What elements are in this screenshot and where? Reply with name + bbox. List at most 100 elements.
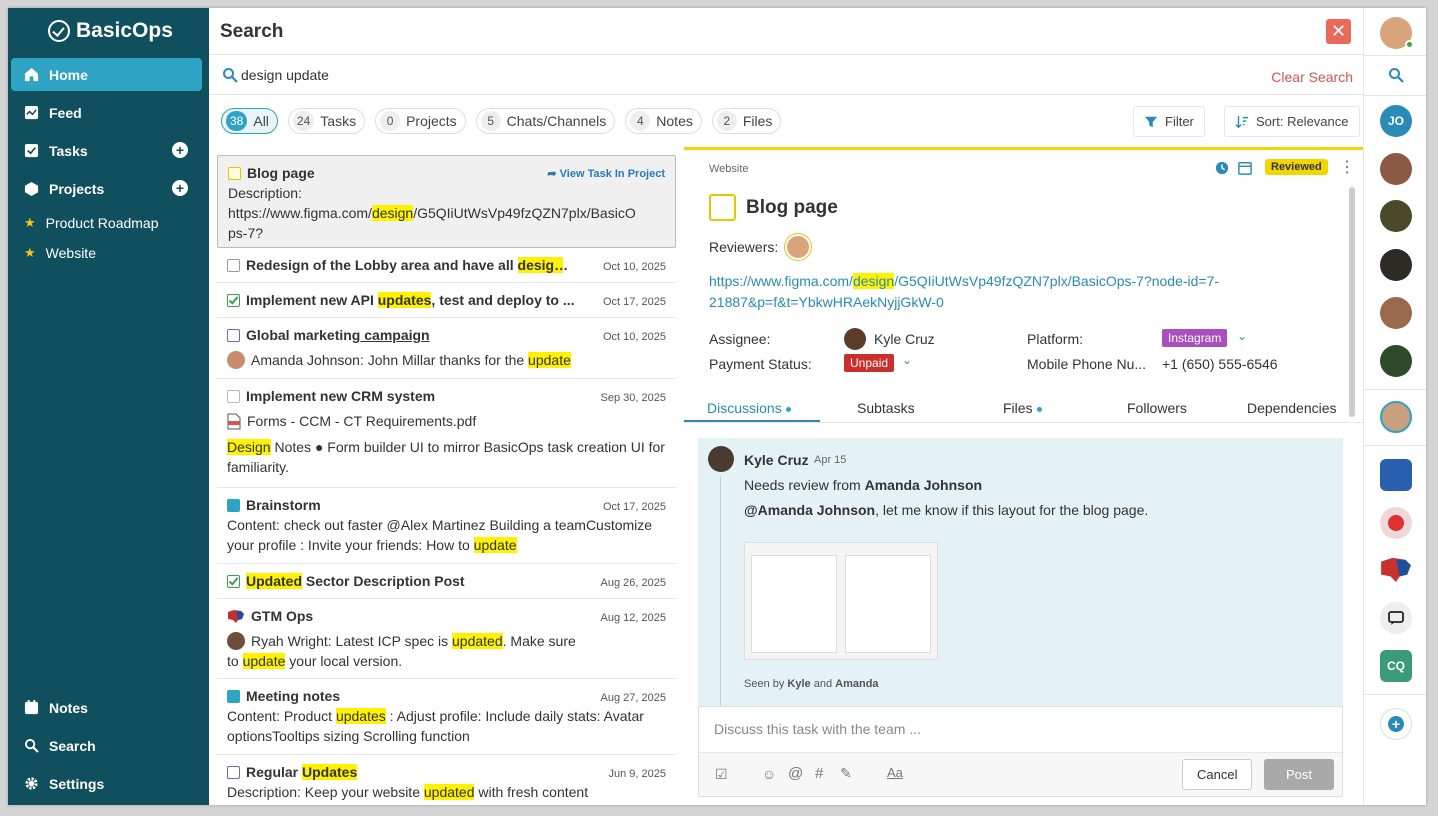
list-item[interactable]: Meeting notes Aug 27, 2025 Content: Prod…	[217, 679, 676, 755]
sidebar-item-home[interactable]: Home	[11, 58, 202, 91]
close-button[interactable]: ✕	[1326, 19, 1351, 44]
hashtag-icon[interactable]: #	[815, 765, 823, 782]
text-b: with fresh content	[474, 784, 589, 800]
list-item[interactable]: Global marketing campaign Oct 10, 2025 A…	[217, 318, 676, 379]
chevron-down-icon[interactable]: ⌄	[1237, 329, 1247, 343]
text-a: to	[227, 653, 243, 669]
assignee-name[interactable]: Kyle Cruz	[874, 331, 935, 347]
cancel-button[interactable]: Cancel	[1182, 759, 1253, 790]
sidebar-item-label: Home	[49, 66, 88, 83]
task-checkbox[interactable]	[709, 194, 736, 221]
add-project-icon[interactable]: +	[172, 180, 188, 196]
user-avatar[interactable]	[1380, 153, 1412, 185]
view-task-in-project-link[interactable]: ➦ View Task In Project	[547, 164, 665, 184]
add-channel-button[interactable]: +	[1380, 708, 1412, 740]
chip-notes[interactable]: 4 Notes	[625, 108, 702, 134]
phone-value[interactable]: +1 (650) 555-6546	[1162, 356, 1278, 372]
sidebar-item-settings[interactable]: Settings	[11, 767, 202, 800]
task-checkbox[interactable]	[227, 765, 240, 779]
tab-followers[interactable]: Followers	[1127, 400, 1187, 416]
brand-logo[interactable]: BasicOps	[48, 19, 173, 43]
announcement-channel-icon[interactable]	[1380, 602, 1412, 634]
clear-search-link[interactable]: Clear Search	[1271, 69, 1353, 85]
tab-dependencies[interactable]: Dependencies	[1247, 400, 1337, 416]
software-updates-channel-icon[interactable]	[1380, 459, 1412, 491]
sidebar-project-product-roadmap[interactable]: ★ Product Roadmap	[24, 215, 159, 231]
search-header: Search ✕	[209, 8, 1363, 55]
list-item[interactable]: Implement new CRM system Sep 30, 2025 Fo…	[217, 379, 676, 488]
task-checkbox-checked[interactable]	[227, 574, 240, 588]
list-item[interactable]: Blog page ➦ View Task In Project Descrip…	[217, 155, 676, 248]
task-checkbox-checked[interactable]	[227, 293, 240, 307]
mention-icon[interactable]: @	[788, 765, 803, 782]
task-checkbox[interactable]	[228, 166, 241, 180]
file-name: Forms - CCM - CT Requirements.pdf	[247, 413, 477, 429]
user-avatar[interactable]	[1380, 297, 1412, 329]
chip-projects[interactable]: 0 Projects	[375, 108, 466, 134]
post-button[interactable]: Post	[1264, 759, 1334, 790]
channel-cq[interactable]: CQ	[1380, 650, 1412, 682]
sidebar-project-website[interactable]: ★ Website	[24, 245, 96, 261]
comment-author[interactable]: Kyle Cruz	[744, 452, 809, 468]
reviewer-avatar[interactable]	[785, 234, 811, 260]
user-avatar[interactable]	[1380, 200, 1412, 232]
text-format-icon[interactable]: Aa	[887, 765, 903, 780]
sidebar-item-search[interactable]: Search	[11, 729, 202, 762]
user-avatar[interactable]	[1380, 345, 1412, 377]
more-options-icon[interactable]: ⋮	[1339, 157, 1355, 177]
project-name[interactable]: Website	[709, 163, 749, 175]
item-text: Ryah Wright: Latest ICP spec is updated.…	[251, 631, 576, 651]
basicops-logo-icon	[48, 20, 70, 42]
checklist-icon[interactable]: ☑	[715, 766, 728, 783]
search-input[interactable]: design update	[241, 67, 329, 83]
tab-files[interactable]: Files	[1003, 400, 1042, 416]
list-item[interactable]: Implement new API updates, test and depl…	[217, 283, 676, 318]
tab-discussions[interactable]: Discussions	[707, 400, 791, 416]
calendar-icon[interactable]	[1238, 161, 1252, 175]
platform-value[interactable]: Instagram	[1162, 329, 1228, 347]
list-item[interactable]: Regular Updates Jun 9, 2025 Description:…	[217, 755, 676, 805]
payment-status-value[interactable]: Unpaid	[844, 354, 895, 372]
task-checkbox[interactable]	[227, 328, 240, 342]
filter-label: Filter	[1165, 114, 1194, 129]
sort-button[interactable]: Sort: Relevance	[1224, 106, 1360, 137]
seen-user: Amanda	[835, 678, 879, 690]
list-item[interactable]: Redesign of the Lobby area and have all …	[217, 248, 676, 283]
search-icon[interactable]	[1388, 67, 1404, 83]
user-avatar[interactable]	[1380, 249, 1412, 281]
search-bar[interactable]: design update Clear Search	[209, 55, 1363, 95]
attachment-thumbnail[interactable]	[744, 542, 938, 660]
sidebar-item-feed[interactable]: Feed	[11, 96, 202, 129]
discussion-thread: Kyle Cruz Apr 15 Needs review from Amand…	[698, 438, 1343, 708]
divider	[1364, 445, 1426, 446]
figma-link[interactable]: https://www.figma.com/design/G5QIiUtWsVp…	[709, 271, 1309, 313]
inc-channel-icon[interactable]	[1380, 507, 1412, 539]
chip-tasks[interactable]: 24 Tasks	[287, 108, 366, 134]
chip-chats-channels[interactable]: 5 Chats/Channels	[475, 108, 616, 134]
clock-icon[interactable]	[1215, 161, 1229, 175]
usa-map-icon[interactable]	[1379, 556, 1413, 582]
chip-files[interactable]: 2 Files	[711, 108, 782, 134]
tab-subtasks[interactable]: Subtasks	[857, 400, 915, 416]
chevron-down-icon[interactable]: ⌄	[902, 353, 912, 367]
status-badge[interactable]: Reviewed	[1265, 159, 1328, 175]
task-checkbox[interactable]	[227, 258, 240, 272]
text-b: campaign	[360, 327, 430, 343]
attachment-icon[interactable]: ✎	[840, 765, 852, 782]
user-avatar-jo[interactable]: JO	[1380, 105, 1412, 137]
task-checkbox[interactable]	[227, 389, 240, 403]
add-task-icon[interactable]: +	[172, 142, 188, 158]
chip-all[interactable]: 38 All	[221, 108, 278, 134]
scrollbar[interactable]	[1349, 187, 1355, 417]
sidebar-item-tasks[interactable]: Tasks +	[11, 134, 202, 167]
list-item[interactable]: Brainstorm Oct 17, 2025 Content: check o…	[217, 488, 676, 564]
comment-input[interactable]: Discuss this task with the team ...	[714, 721, 921, 737]
sidebar-item-notes[interactable]: Notes	[11, 691, 202, 724]
filter-button[interactable]: Filter	[1133, 106, 1205, 137]
mention[interactable]: @Amanda Johnson	[744, 502, 875, 518]
emoji-icon[interactable]: ☺	[762, 766, 776, 782]
list-item[interactable]: Updated Sector Description Post Aug 26, …	[217, 564, 676, 599]
sidebar-item-projects[interactable]: Projects +	[11, 172, 202, 205]
group-avatar[interactable]	[1380, 401, 1412, 433]
list-item[interactable]: GTM Ops Aug 12, 2025 Ryah Wright: Latest…	[217, 599, 676, 679]
